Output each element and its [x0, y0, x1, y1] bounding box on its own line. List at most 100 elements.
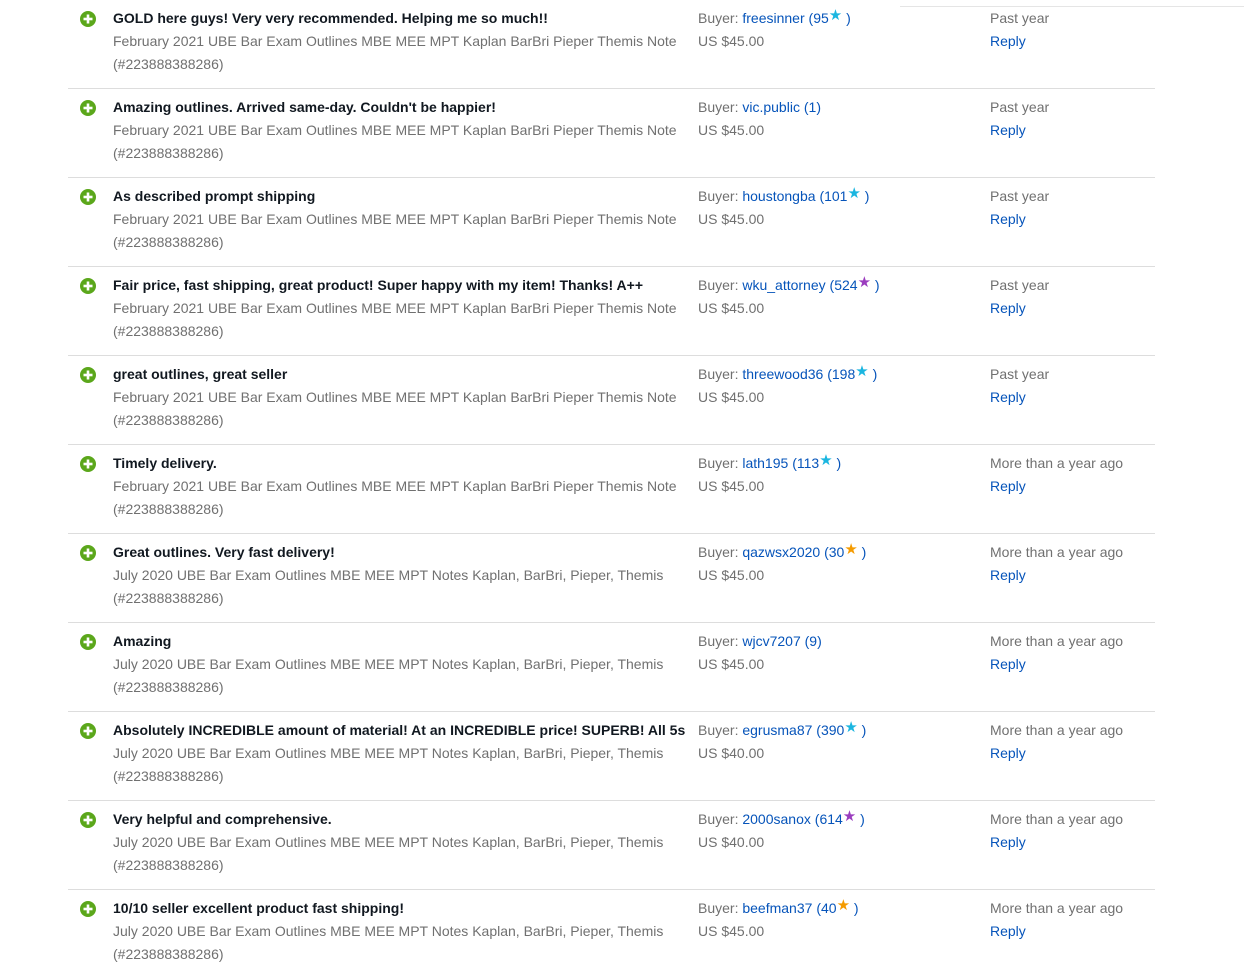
feedback-row: great outlines, great seller February 20…	[68, 356, 1155, 445]
feedback-score[interactable]: (524★ )	[830, 274, 880, 293]
plus-circle-icon	[80, 901, 96, 917]
item-title[interactable]: February 2021 UBE Bar Exam Outlines MBE …	[113, 30, 693, 53]
item-title[interactable]: July 2020 UBE Bar Exam Outlines MBE MEE …	[113, 920, 693, 943]
item-id: (#223888388286)	[113, 946, 224, 962]
star-icon: ★	[844, 541, 858, 558]
plus-circle-icon	[80, 812, 96, 828]
feedback-time-col: Past year Reply	[990, 363, 1190, 409]
feedback-score[interactable]: (95★ )	[809, 7, 851, 26]
feedback-row: 10/10 seller excellent product fast ship…	[68, 890, 1155, 978]
item-price: US $45.00	[698, 33, 765, 49]
feedback-row: Amazing July 2020 UBE Bar Exam Outlines …	[68, 623, 1155, 712]
buyer-name-link[interactable]: lath195	[742, 455, 788, 471]
star-icon: ★	[857, 274, 872, 291]
buyer-prefix: Buyer:	[698, 10, 739, 26]
feedback-time-col: Past year Reply	[990, 7, 1190, 53]
star-icon: ★	[844, 719, 858, 736]
buyer-name-link[interactable]: wku_attorney	[742, 277, 825, 293]
reply-link[interactable]: Reply	[990, 567, 1026, 583]
feedback-score[interactable]: (40★ )	[816, 897, 858, 916]
item-title[interactable]: February 2021 UBE Bar Exam Outlines MBE …	[113, 386, 693, 409]
item-title[interactable]: February 2021 UBE Bar Exam Outlines MBE …	[113, 119, 693, 142]
item-price: US $45.00	[698, 300, 765, 316]
feedback-score[interactable]: (30★ )	[824, 541, 866, 560]
star-icon: ★	[842, 808, 857, 825]
feedback-score[interactable]: (390★ )	[816, 719, 866, 738]
buyer-name-link[interactable]: vic.public	[742, 99, 800, 115]
feedback-row: Amazing outlines. Arrived same-day. Coul…	[68, 89, 1155, 178]
item-price: US $45.00	[698, 478, 765, 494]
feedback-time: Past year	[990, 366, 1050, 382]
plus-circle-icon	[80, 100, 96, 116]
feedback-score[interactable]: (198★ )	[827, 363, 877, 382]
reply-link[interactable]: Reply	[990, 211, 1026, 227]
item-title[interactable]: February 2021 UBE Bar Exam Outlines MBE …	[113, 208, 693, 231]
buyer-name-link[interactable]: qazwsx2020	[742, 544, 820, 560]
buyer-prefix: Buyer:	[698, 455, 739, 471]
item-title[interactable]: February 2021 UBE Bar Exam Outlines MBE …	[113, 297, 693, 320]
feedback-main: GOLD here guys! Very very recommended. H…	[113, 7, 693, 76]
star-icon: ★	[819, 452, 833, 469]
feedback-time: Past year	[990, 99, 1050, 115]
feedback-score-value: 40	[820, 900, 837, 916]
buyer-info: Buyer: vic.public (1) US $45.00	[698, 96, 978, 142]
buyer-name-link[interactable]: freesinner	[742, 10, 804, 26]
feedback-row: Fair price, fast shipping, great product…	[68, 267, 1155, 356]
feedback-comment: Amazing outlines. Arrived same-day. Coul…	[113, 99, 496, 115]
plus-circle-icon	[80, 456, 96, 472]
buyer-prefix: Buyer:	[698, 633, 739, 649]
feedback-score[interactable]: (101★ )	[819, 185, 869, 204]
feedback-score-value: 1	[808, 99, 817, 115]
buyer-prefix: Buyer:	[698, 188, 739, 204]
feedback-comment: Timely delivery.	[113, 455, 217, 471]
reply-link[interactable]: Reply	[990, 834, 1026, 850]
buyer-prefix: Buyer:	[698, 722, 739, 738]
feedback-score-value: 95	[813, 10, 829, 26]
buyer-prefix: Buyer:	[698, 366, 739, 382]
buyer-name-link[interactable]: beefman37	[742, 900, 812, 916]
reply-link[interactable]: Reply	[990, 122, 1026, 138]
reply-link[interactable]: Reply	[990, 923, 1026, 939]
item-id: (#223888388286)	[113, 679, 224, 695]
item-title[interactable]: July 2020 UBE Bar Exam Outlines MBE MEE …	[113, 831, 693, 854]
item-id: (#223888388286)	[113, 768, 224, 784]
feedback-score[interactable]: (1)	[804, 99, 821, 115]
feedback-main: As described prompt shipping February 20…	[113, 185, 693, 254]
plus-circle-icon	[80, 11, 96, 27]
feedback-score-value: 198	[831, 366, 856, 382]
reply-link[interactable]: Reply	[990, 300, 1026, 316]
buyer-name-link[interactable]: houstongba	[742, 188, 815, 204]
feedback-main: Great outlines. Very fast delivery! July…	[113, 541, 693, 610]
feedback-comment: great outlines, great seller	[113, 366, 288, 382]
star-icon: ★	[836, 897, 851, 914]
feedback-score[interactable]: (614★ )	[815, 808, 865, 827]
buyer-name-link[interactable]: egrusma87	[742, 722, 812, 738]
feedback-time: More than a year ago	[990, 633, 1124, 649]
feedback-score-value: 390	[820, 722, 845, 738]
reply-link[interactable]: Reply	[990, 478, 1026, 494]
reply-link[interactable]: Reply	[990, 656, 1026, 672]
feedback-score[interactable]: (113★ )	[792, 452, 841, 471]
plus-circle-icon	[80, 367, 96, 383]
feedback-list: GOLD here guys! Very very recommended. H…	[68, 0, 1155, 978]
item-title[interactable]: July 2020 UBE Bar Exam Outlines MBE MEE …	[113, 564, 693, 587]
feedback-time-col: Past year Reply	[990, 274, 1190, 320]
feedback-score-value: 614	[819, 811, 843, 827]
item-title[interactable]: July 2020 UBE Bar Exam Outlines MBE MEE …	[113, 653, 693, 676]
reply-link[interactable]: Reply	[990, 33, 1026, 49]
buyer-name-link[interactable]: threewood36	[742, 366, 823, 382]
reply-link[interactable]: Reply	[990, 745, 1026, 761]
feedback-row: As described prompt shipping February 20…	[68, 178, 1155, 267]
feedback-score[interactable]: (9)	[805, 633, 822, 649]
feedback-comment: GOLD here guys! Very very recommended. H…	[113, 10, 548, 26]
feedback-comment: Amazing	[113, 633, 172, 649]
reply-link[interactable]: Reply	[990, 389, 1026, 405]
item-title[interactable]: July 2020 UBE Bar Exam Outlines MBE MEE …	[113, 742, 693, 765]
buyer-name-link[interactable]: wjcv7207	[742, 633, 800, 649]
feedback-main: Timely delivery. February 2021 UBE Bar E…	[113, 452, 693, 521]
feedback-time: More than a year ago	[990, 455, 1124, 471]
feedback-row: Timely delivery. February 2021 UBE Bar E…	[68, 445, 1155, 534]
item-title[interactable]: February 2021 UBE Bar Exam Outlines MBE …	[113, 475, 693, 498]
feedback-score-value: 101	[824, 188, 848, 204]
buyer-name-link[interactable]: 2000sanox	[742, 811, 811, 827]
